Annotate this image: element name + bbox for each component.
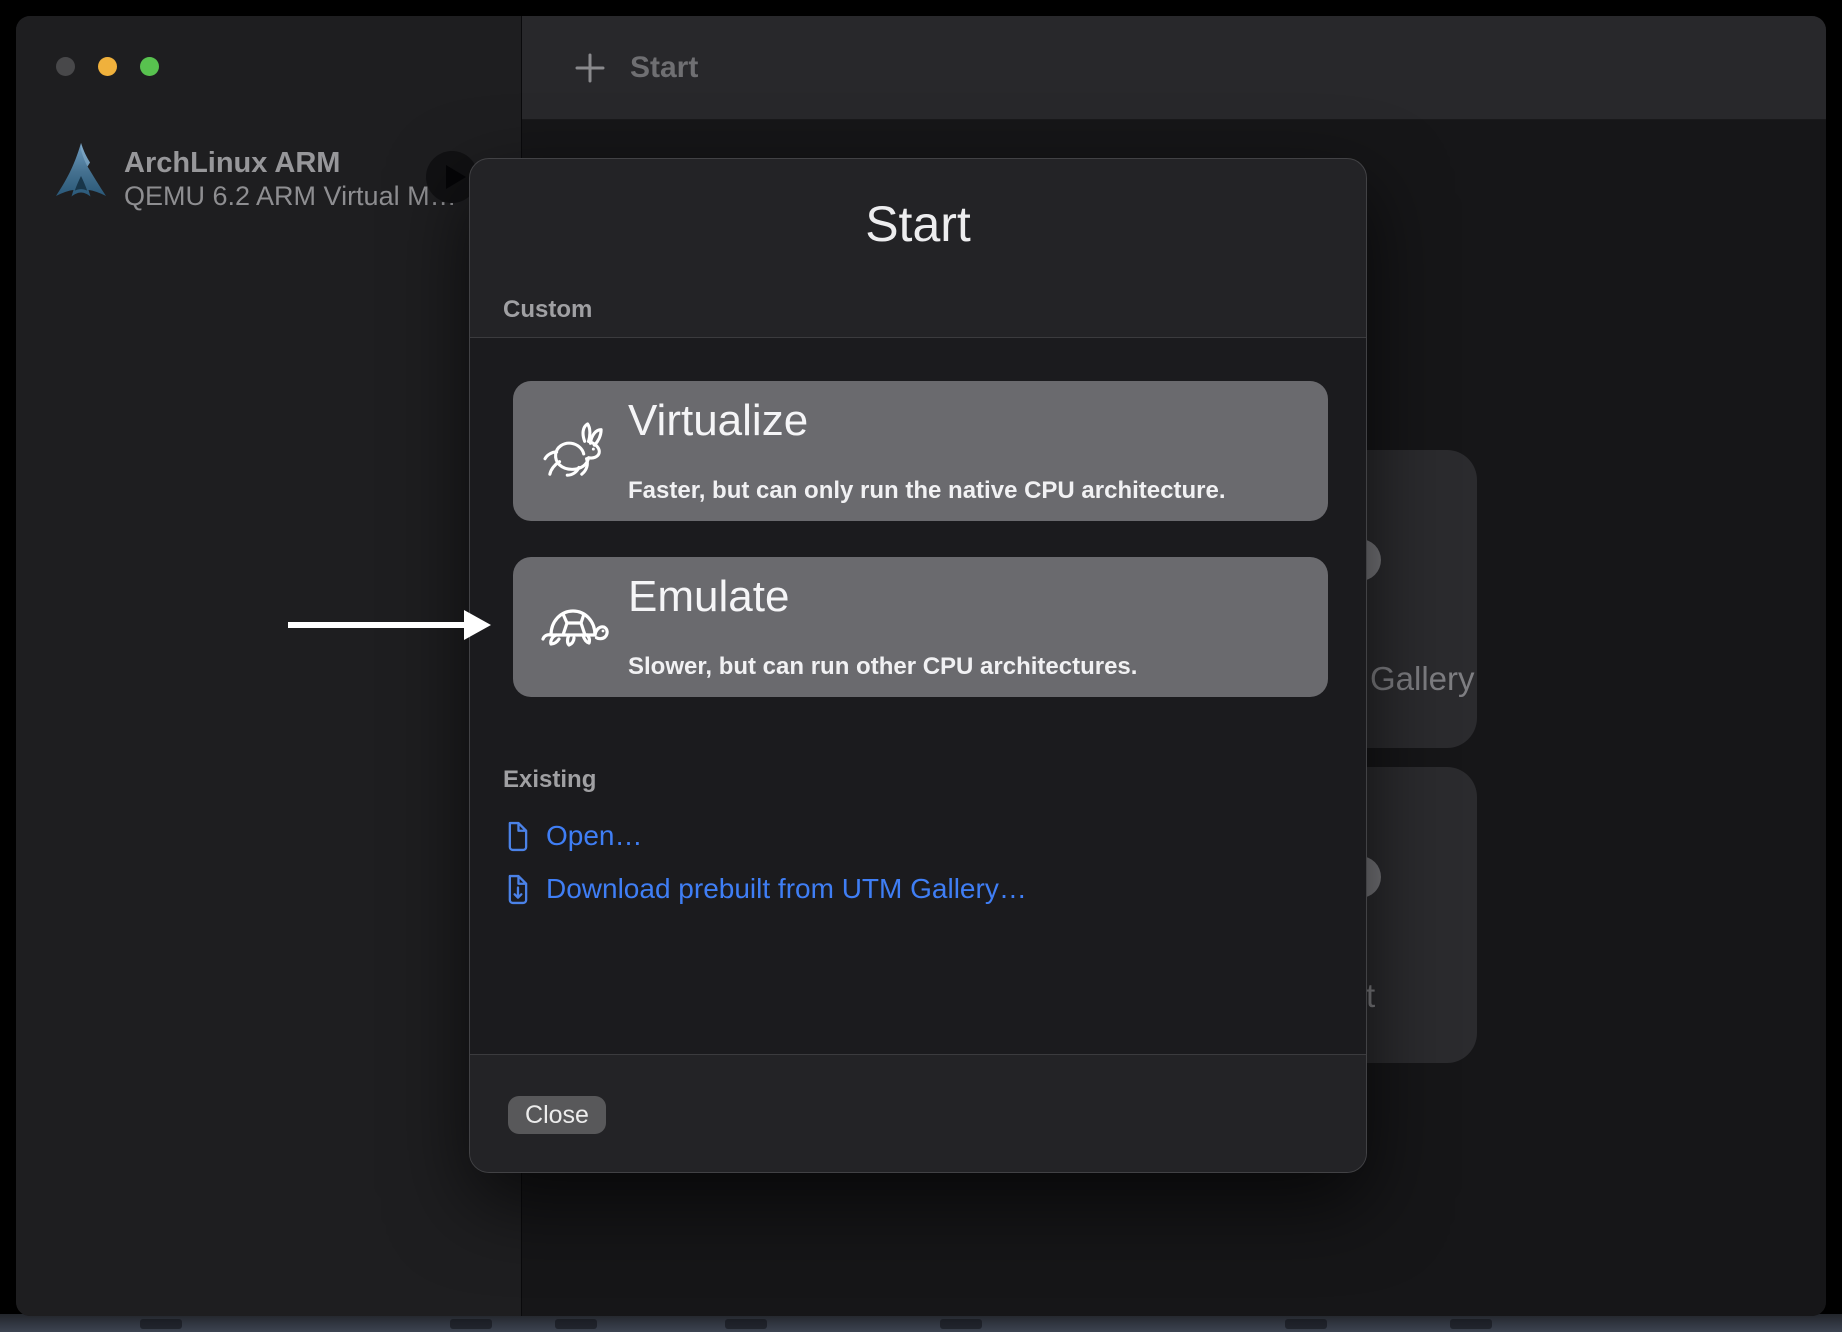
window-zoom-button[interactable] — [140, 57, 159, 76]
existing-section-label: Existing — [503, 766, 596, 794]
play-icon — [446, 165, 466, 189]
open-link[interactable]: Open… — [506, 818, 643, 854]
document-icon — [506, 821, 529, 852]
hare-icon — [535, 416, 615, 486]
dock-icon-shadow — [450, 1319, 492, 1329]
custom-section-label: Custom — [503, 296, 592, 324]
emulate-description: Slower, but can run other CPU architectu… — [628, 653, 1137, 681]
vm-item-text: ArchLinux ARM QEMU 6.2 ARM Virtual M… — [124, 143, 457, 211]
dialog-footer: Close — [470, 1055, 1366, 1173]
tortoise-icon — [535, 592, 615, 662]
dialog-header: Start Custom — [470, 159, 1366, 337]
emulate-title: Emulate — [628, 571, 789, 623]
vm-sidebar: ArchLinux ARM QEMU 6.2 ARM Virtual M… — [16, 16, 522, 1316]
open-link-label: Open… — [546, 818, 643, 854]
virtualize-button[interactable]: Virtualize Faster, but can only run the … — [513, 381, 1328, 521]
dock-icon-shadow — [555, 1319, 597, 1329]
toolbar-start-label: Start — [630, 51, 698, 85]
gallery-card-label: Gallery — [1370, 660, 1475, 698]
emulate-button[interactable]: Emulate Slower, but can run other CPU ar… — [513, 557, 1328, 697]
dock-icon-shadow — [940, 1319, 982, 1329]
toolbar: Start — [522, 16, 1826, 120]
start-dialog: Start Custom — [469, 158, 1367, 1173]
download-prebuilt-link[interactable]: Download prebuilt from UTM Gallery… — [506, 871, 1027, 907]
dialog-title: Start — [470, 159, 1366, 253]
vm-name: ArchLinux ARM — [124, 147, 457, 179]
archlinux-logo-icon — [52, 143, 110, 205]
support-card-label: t — [1366, 977, 1375, 1015]
virtualize-description: Faster, but can only run the native CPU … — [628, 477, 1225, 505]
annotation-arrow-head — [464, 610, 491, 640]
window-close-button[interactable] — [56, 57, 75, 76]
dock-icon-shadow — [725, 1319, 767, 1329]
annotation-arrow-line — [288, 622, 468, 628]
close-button[interactable]: Close — [508, 1096, 606, 1134]
window-controls — [56, 57, 159, 76]
dock-icon-shadow — [1450, 1319, 1492, 1329]
document-arrow-down-icon — [506, 874, 529, 905]
plus-icon — [574, 52, 606, 84]
window-minimize-button[interactable] — [98, 57, 117, 76]
screenshot-stage: ArchLinux ARM QEMU 6.2 ARM Virtual M… St… — [0, 0, 1842, 1332]
virtualize-title: Virtualize — [628, 395, 808, 447]
new-vm-toolbar-button[interactable]: Start — [574, 51, 698, 85]
vm-list-item[interactable]: ArchLinux ARM QEMU 6.2 ARM Virtual M… — [52, 143, 457, 211]
vm-subtitle: QEMU 6.2 ARM Virtual M… — [124, 181, 457, 211]
dialog-body: Virtualize Faster, but can only run the … — [470, 338, 1366, 1054]
download-prebuilt-link-label: Download prebuilt from UTM Gallery… — [546, 871, 1027, 907]
dock-icon-shadow — [140, 1319, 182, 1329]
macos-dock[interactable] — [0, 1314, 1842, 1332]
dock-icon-shadow — [1285, 1319, 1327, 1329]
